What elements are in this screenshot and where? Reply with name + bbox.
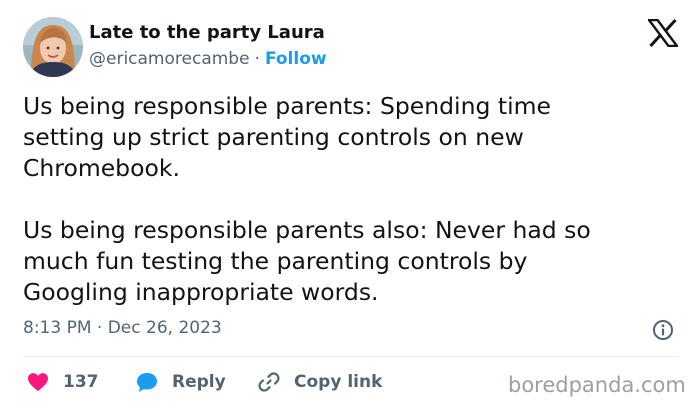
divider	[23, 356, 678, 357]
like-count: 137	[63, 372, 99, 392]
avatar[interactable]	[23, 17, 83, 77]
avatar-image	[23, 17, 83, 77]
author-display-name[interactable]: Late to the party Laura	[89, 22, 325, 43]
reply-button[interactable]: Reply	[136, 370, 226, 394]
author-handle[interactable]: @ericamorecambe	[89, 49, 250, 69]
info-icon[interactable]	[652, 319, 674, 341]
reply-label: Reply	[172, 372, 226, 392]
handle-separator: ·	[254, 49, 260, 69]
follow-button[interactable]: Follow	[265, 49, 327, 69]
tweet-timestamp[interactable]: 8:13 PM · Dec 26, 2023	[23, 318, 222, 338]
like-button[interactable]: 137	[27, 370, 99, 394]
watermark: boredpanda.com	[508, 373, 686, 397]
heart-icon	[28, 373, 48, 392]
x-logo-icon[interactable]	[647, 18, 679, 48]
speech-bubble-icon	[137, 372, 157, 392]
tweet-text: Us being responsible parents: Spending t…	[23, 92, 591, 306]
copy-link-label: Copy link	[294, 372, 383, 392]
copy-link-button[interactable]: Copy link	[258, 370, 382, 394]
link-icon	[258, 372, 280, 392]
author-handle-row: @ericamorecambe · Follow	[89, 49, 327, 69]
